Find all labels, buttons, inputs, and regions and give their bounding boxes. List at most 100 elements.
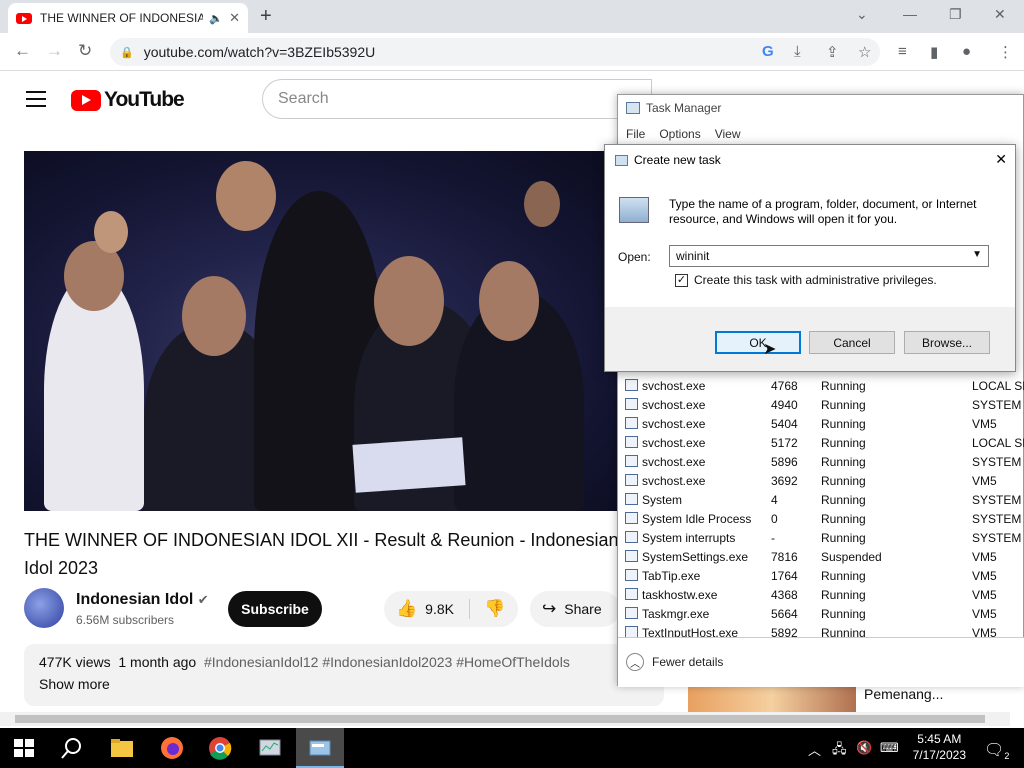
windows-taskbar: ︿ 🖧 🔇 ⌨ 5:45 AM 7/17/2023 🗨2: [0, 728, 1024, 768]
description-box[interactable]: 477K views 1 month ago #IndonesianIdol12…: [24, 644, 664, 706]
process-list[interactable]: svchost.exe4768RunningLOCAL SEsvchost.ex…: [618, 375, 1024, 637]
process-pid: 4: [771, 493, 778, 507]
profile-icon[interactable]: ●: [962, 43, 971, 60]
process-row[interactable]: svchost.exe 5172 Running LOCAL SE: [618, 434, 1024, 453]
tab-close-icon[interactable]: ✕: [229, 10, 240, 26]
process-row[interactable]: System Idle Process 0 Running SYSTEM: [618, 510, 1024, 529]
tab-search-icon[interactable]: ⌄: [856, 6, 868, 23]
process-row[interactable]: svchost.exe 5896 Running SYSTEM: [618, 453, 1024, 472]
notification-center-icon[interactable]: 🗨2: [984, 740, 1009, 761]
start-windows-icon[interactable]: [12, 736, 36, 760]
forward-button[interactable]: →: [46, 41, 63, 61]
suggestion-thumbnail[interactable]: [688, 684, 856, 712]
network-icon[interactable]: 🖧: [832, 740, 847, 762]
cancel-button[interactable]: Cancel: [809, 331, 895, 354]
chrome-icon[interactable]: [208, 736, 232, 760]
menu-kebab-icon[interactable]: ⋮: [998, 43, 1013, 61]
install-icon[interactable]: ⤓: [794, 43, 801, 60]
lock-icon[interactable]: 🔒: [120, 46, 134, 59]
speaker-icon[interactable]: 🔈: [209, 12, 223, 25]
search-icon[interactable]: [60, 736, 84, 760]
bookmark-star-icon[interactable]: ☆: [858, 43, 871, 61]
process-icon: [625, 588, 638, 600]
side-panel-icon[interactable]: ▮: [930, 43, 938, 61]
new-tab-button[interactable]: +: [260, 5, 272, 28]
media-control-icon[interactable]: ≡: [898, 43, 907, 60]
google-lens-icon[interactable]: G: [762, 43, 774, 60]
process-status: Running: [821, 493, 866, 507]
process-status: Running: [821, 607, 866, 621]
upload-age: 1 month ago: [118, 654, 197, 670]
youtube-favicon-icon: [16, 12, 32, 24]
open-label: Open:: [618, 250, 651, 264]
process-user: SYSTEM: [972, 493, 1022, 507]
process-row[interactable]: svchost.exe 5404 Running VM5: [618, 415, 1024, 434]
process-pid: 0: [771, 512, 778, 526]
youtube-logo[interactable]: YouTube: [71, 88, 185, 112]
subscribe-button[interactable]: Subscribe: [228, 591, 322, 627]
dialog-close-icon[interactable]: ✕: [995, 151, 1007, 168]
process-icon: [625, 607, 638, 619]
volume-muted-icon[interactable]: 🔇: [856, 740, 872, 756]
horizontal-scrollbar[interactable]: [0, 712, 1010, 726]
share-button[interactable]: ↪ Share: [530, 591, 620, 627]
process-status: Running: [821, 417, 866, 431]
hamburger-menu-icon[interactable]: [26, 91, 46, 112]
menu-options[interactable]: Options: [659, 127, 700, 141]
browser-toolbar: ← → ↻ 🔒 youtube.com/watch?v=3BZEIb5392U …: [0, 33, 1024, 71]
open-combobox[interactable]: wininit ▼: [669, 245, 989, 267]
process-name: taskhostw.exe: [642, 588, 718, 602]
share-page-icon[interactable]: ⇪: [826, 43, 839, 61]
fewer-details-button[interactable]: ︿ Fewer details: [626, 653, 723, 671]
menu-view[interactable]: View: [715, 127, 741, 141]
channel-name[interactable]: Indonesian Idol ✔: [76, 591, 209, 609]
process-user: VM5: [972, 626, 997, 637]
dropdown-chevron-icon[interactable]: ▼: [972, 249, 982, 263]
keyboard-icon[interactable]: ⌨: [880, 740, 899, 756]
process-row[interactable]: System 4 Running SYSTEM: [618, 491, 1024, 510]
back-button[interactable]: ←: [14, 41, 31, 61]
system-clock[interactable]: 5:45 AM 7/17/2023: [913, 731, 966, 763]
clock-time: 5:45 AM: [917, 732, 962, 746]
process-row[interactable]: taskhostw.exe 4368 Running VM5: [618, 586, 1024, 605]
process-row[interactable]: TextInputHost.exe 5892 Running VM5: [618, 624, 1024, 637]
process-user: LOCAL SE: [972, 436, 1024, 450]
process-row[interactable]: svchost.exe 3692 Running VM5: [618, 472, 1024, 491]
hashtags[interactable]: #IndonesianIdol12 #IndonesianIdol2023 #H…: [204, 654, 570, 670]
close-window-button[interactable]: ✕: [994, 6, 1006, 23]
process-user: VM5: [972, 474, 997, 488]
task-manager-menu: File Options View: [626, 127, 741, 141]
process-row[interactable]: TabTip.exe 1764 Running VM5: [618, 567, 1024, 586]
restore-button[interactable]: ❐: [949, 6, 962, 23]
process-row[interactable]: System interrupts - Running SYSTEM: [618, 529, 1024, 548]
process-user: VM5: [972, 417, 997, 431]
show-more-link[interactable]: Show more: [39, 676, 649, 692]
process-row[interactable]: svchost.exe 4768 Running LOCAL SE: [618, 377, 1024, 396]
tab-youtube[interactable]: THE WINNER OF INDONESIA 🔈 ✕: [8, 3, 248, 33]
firefox-icon[interactable]: [160, 736, 184, 760]
process-row[interactable]: svchost.exe 4940 Running SYSTEM: [618, 396, 1024, 415]
browse-button[interactable]: Browse...: [904, 331, 990, 354]
open-input-value[interactable]: wininit: [676, 249, 709, 263]
process-pid: 5896: [771, 455, 798, 469]
checkbox-checked-icon[interactable]: ✓: [675, 273, 688, 287]
suggestion-title[interactable]: Pemenang...: [864, 686, 943, 702]
run-dialog-taskbar-button[interactable]: [296, 728, 344, 768]
search-input[interactable]: Search: [262, 79, 652, 119]
video-player[interactable]: [24, 151, 622, 511]
ok-button[interactable]: OK: [715, 331, 801, 354]
menu-file[interactable]: File: [626, 127, 645, 141]
scrollbar-thumb[interactable]: [15, 715, 985, 723]
show-hidden-icons-chevron-icon[interactable]: ︿: [808, 740, 821, 759]
process-row[interactable]: SystemSettings.exe 7816 Suspended VM5: [618, 548, 1024, 567]
channel-avatar[interactable]: [24, 588, 64, 628]
task-manager-taskbar-icon[interactable]: [258, 736, 282, 760]
file-explorer-icon[interactable]: [110, 736, 134, 760]
dislike-button[interactable]: 👎: [470, 599, 505, 619]
process-user: LOCAL SE: [972, 379, 1024, 393]
admin-checkbox[interactable]: ✓ Create this task with administrative p…: [675, 273, 937, 287]
process-row[interactable]: Taskmgr.exe 5664 Running VM5: [618, 605, 1024, 624]
like-button[interactable]: 👍 9.8K: [384, 599, 470, 619]
minimize-button[interactable]: —: [903, 6, 917, 22]
reload-button[interactable]: ↻: [78, 41, 92, 61]
